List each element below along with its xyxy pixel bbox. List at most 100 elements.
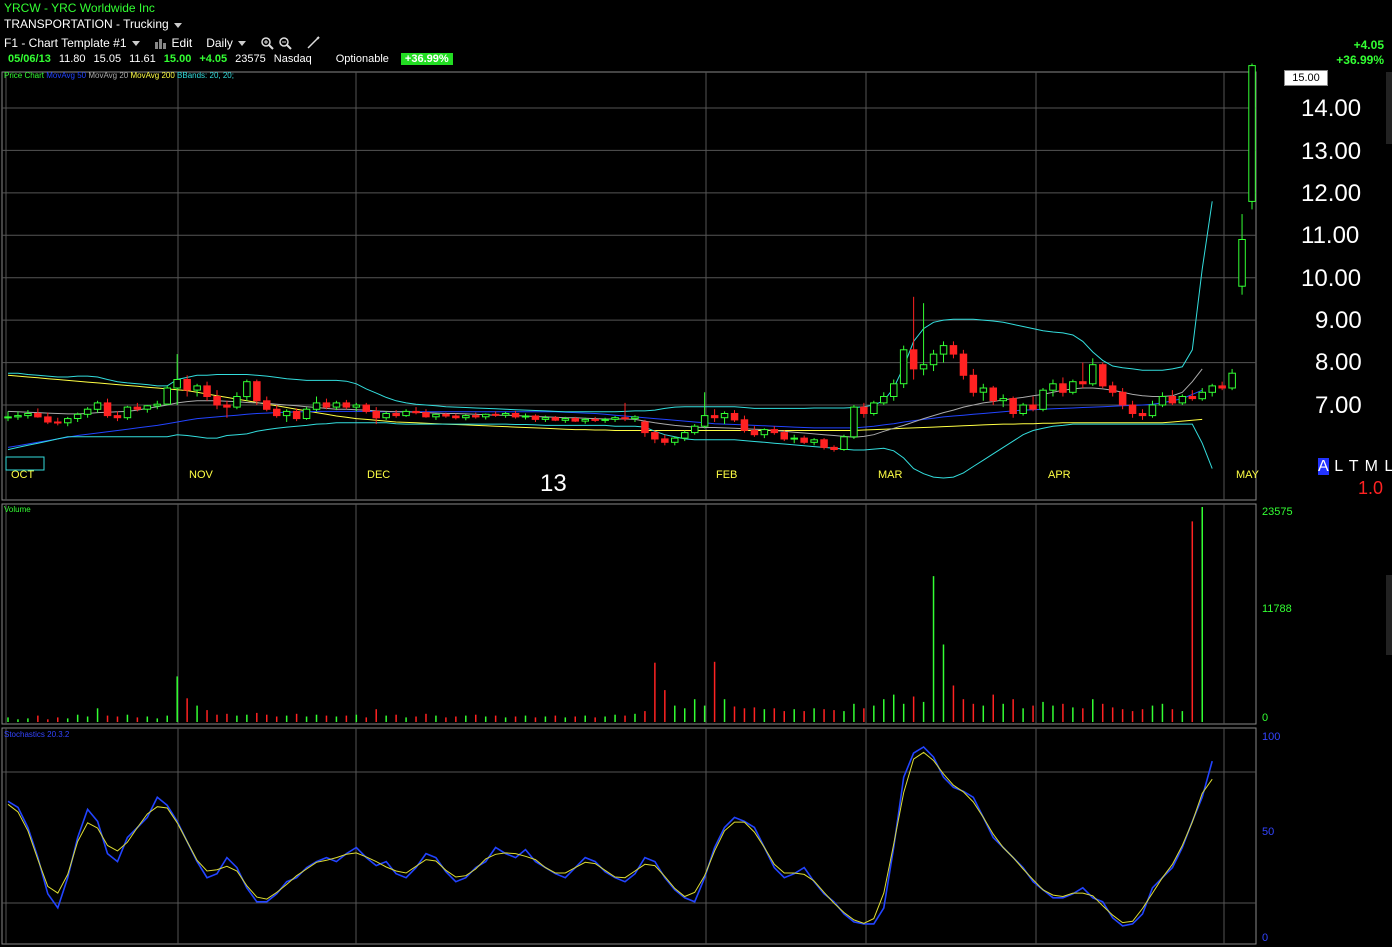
candle-body (1218, 385, 1226, 389)
candle-body (621, 417, 629, 420)
year-label: 13 (540, 470, 567, 497)
candle-body (1049, 383, 1057, 391)
candle-body (332, 402, 341, 408)
candle-body (501, 413, 510, 416)
candle-body (322, 402, 331, 408)
candle-body (730, 413, 739, 421)
candle-body (392, 413, 400, 417)
stoch-panel-title: Stochastics 20.3.2 (4, 730, 70, 739)
candle-body (909, 349, 918, 370)
candle-body (1019, 404, 1027, 414)
candle-body (790, 437, 798, 440)
volume-panel-title: Volume (4, 505, 31, 514)
candle-body (412, 410, 420, 414)
scale-a-label[interactable]: A (1318, 458, 1329, 475)
legend-ma200: MovAvg 200 (130, 71, 175, 80)
candle-body (1128, 404, 1137, 414)
candle-body (64, 418, 72, 424)
candle-body (402, 410, 410, 417)
candle-body (860, 406, 868, 415)
candle-body (312, 402, 321, 410)
volume-axis-label: 11788 (1262, 603, 1292, 615)
month-label: APR (1048, 469, 1071, 481)
volume-scrollbar[interactable] (1386, 575, 1392, 655)
candle-body (521, 415, 530, 418)
candle-body (1108, 385, 1117, 393)
candle-body (1198, 391, 1206, 400)
candle-body (661, 438, 669, 443)
candle-body (372, 410, 380, 419)
stoch-axis-label: 0 (1262, 932, 1269, 944)
candle-body (651, 432, 659, 440)
month-label: DEC (367, 469, 391, 481)
candle-body (1079, 381, 1087, 385)
candle-body (93, 402, 102, 410)
candle-body (1168, 396, 1177, 404)
candle-body (561, 418, 570, 421)
candle-body (1148, 404, 1157, 417)
candle-body (24, 413, 32, 417)
candle-body (850, 406, 858, 438)
month-label: MAR (878, 469, 903, 481)
candle-body (1158, 396, 1167, 406)
candle-body (1089, 364, 1097, 385)
candle-body (1208, 385, 1216, 393)
candle-body (551, 417, 560, 421)
candle-body (750, 430, 759, 436)
legend-price: Price Chart (4, 71, 45, 80)
candle-body (740, 419, 749, 431)
y-axis-label: 7.00 (1315, 392, 1362, 419)
candle-body (113, 415, 122, 419)
scale-modes-label[interactable]: L T M L (1334, 458, 1392, 475)
month-label: OCT (11, 469, 35, 481)
stoch-d-line (7, 751, 1213, 924)
candle-body (919, 364, 928, 370)
candle-body (193, 385, 201, 391)
candle-body (1009, 398, 1017, 415)
candle-body (213, 396, 221, 406)
candle-body (581, 418, 589, 422)
y-axis-label: 8.00 (1315, 349, 1362, 376)
candle-body (103, 402, 112, 417)
candle-body (770, 429, 779, 434)
candle-body (1178, 396, 1187, 404)
candle-body (243, 381, 251, 398)
y-axis-label: 11.00 (1301, 222, 1360, 249)
candle-body (979, 387, 988, 393)
legend-ma50: MovAvg 50 (46, 71, 87, 80)
candle-body (482, 413, 490, 418)
candle-body (611, 417, 619, 420)
candle-body (183, 379, 191, 391)
stoch-panel-frame (1, 727, 1257, 945)
candle-body (681, 432, 689, 439)
candle-body (4, 416, 12, 419)
candle-body (999, 398, 1007, 402)
candle-body (223, 404, 231, 408)
candle-body (1228, 372, 1236, 389)
candle-body (83, 408, 92, 415)
stoch-axis-label: 100 (1262, 731, 1281, 743)
candle-body (760, 429, 769, 436)
candle-body (601, 418, 609, 421)
candle-body (969, 374, 978, 393)
scale-mode-toggle[interactable]: A L T M L (1318, 458, 1392, 476)
candle-body (233, 396, 241, 408)
month-label: MAY (1236, 469, 1260, 481)
candle-body (840, 436, 848, 450)
candle-body (939, 345, 948, 355)
candle-body (263, 400, 271, 410)
volume-panel-frame (1, 503, 1257, 725)
candle-body (820, 439, 828, 448)
candle-body (282, 410, 291, 417)
price-scrollbar[interactable] (1386, 72, 1392, 144)
candle-body (491, 413, 500, 416)
candle-body (442, 413, 450, 417)
y-axis-label: 13.00 (1301, 138, 1362, 165)
candle-body (1069, 381, 1077, 393)
candle-body (571, 418, 579, 422)
candle-body (1188, 396, 1197, 400)
candle-body (720, 413, 729, 419)
y-axis-label: 14.00 (1301, 95, 1362, 122)
candle-body (73, 413, 82, 419)
volume-axis-label: 0 (1262, 712, 1269, 724)
